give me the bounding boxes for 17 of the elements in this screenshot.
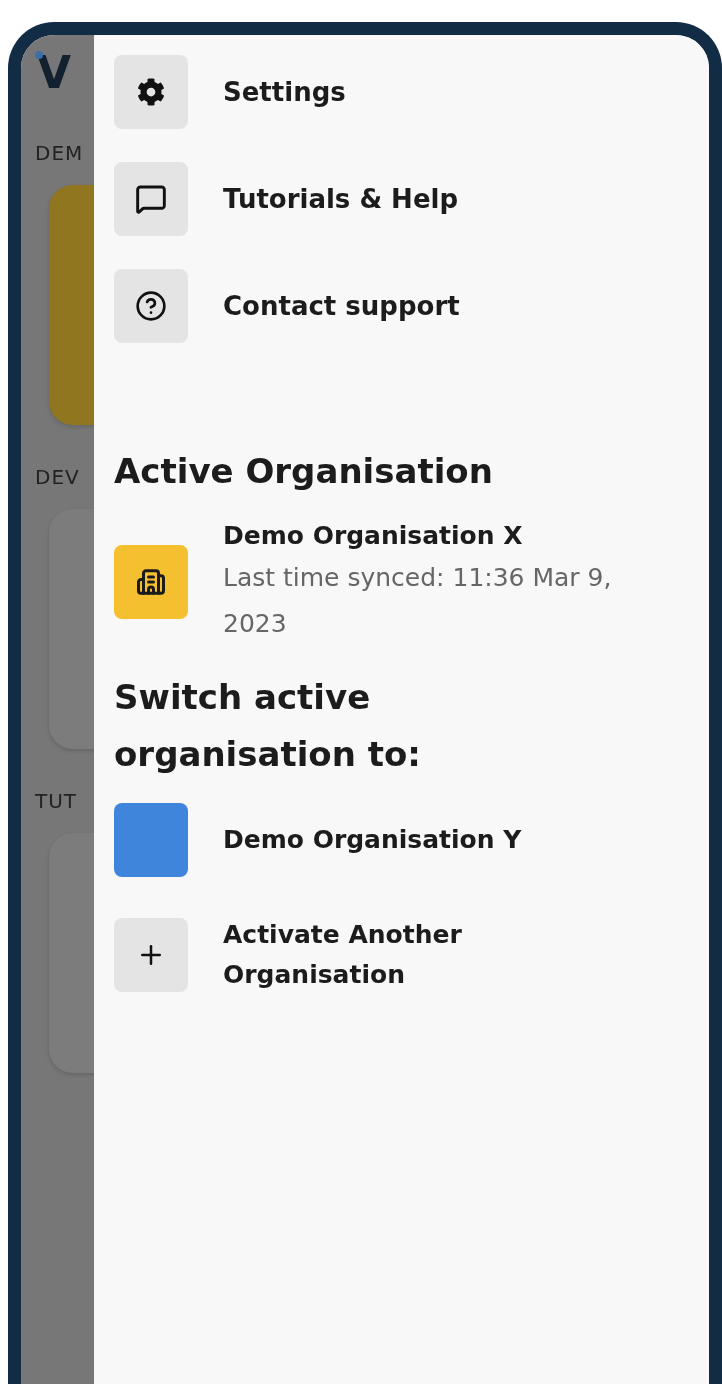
section-label: DEV	[35, 465, 81, 489]
gear-icon	[137, 78, 165, 106]
sync-time: Last time synced: 11:36 Mar 9, 2023	[223, 562, 613, 640]
menu-item[interactable]: Contact support	[114, 269, 689, 343]
organisation-name: Demo Organisation X	[223, 520, 524, 552]
organisation-item[interactable]: Activate Another Organisation	[114, 915, 689, 995]
section-heading: Active Organisation	[114, 450, 494, 493]
chat-icon	[135, 183, 167, 215]
help-icon	[135, 290, 167, 322]
app-logo: V	[35, 51, 73, 100]
menu-item[interactable]: Tutorials & Help	[114, 162, 689, 236]
section-label: DEM	[35, 141, 85, 165]
organisation-item[interactable]: Demo Organisation Y	[114, 803, 689, 877]
menu-item[interactable]: Settings	[114, 55, 689, 129]
building-icon	[136, 567, 166, 597]
section-heading: Switch active organisation to:	[114, 676, 422, 776]
section-label: TUT	[35, 789, 79, 813]
